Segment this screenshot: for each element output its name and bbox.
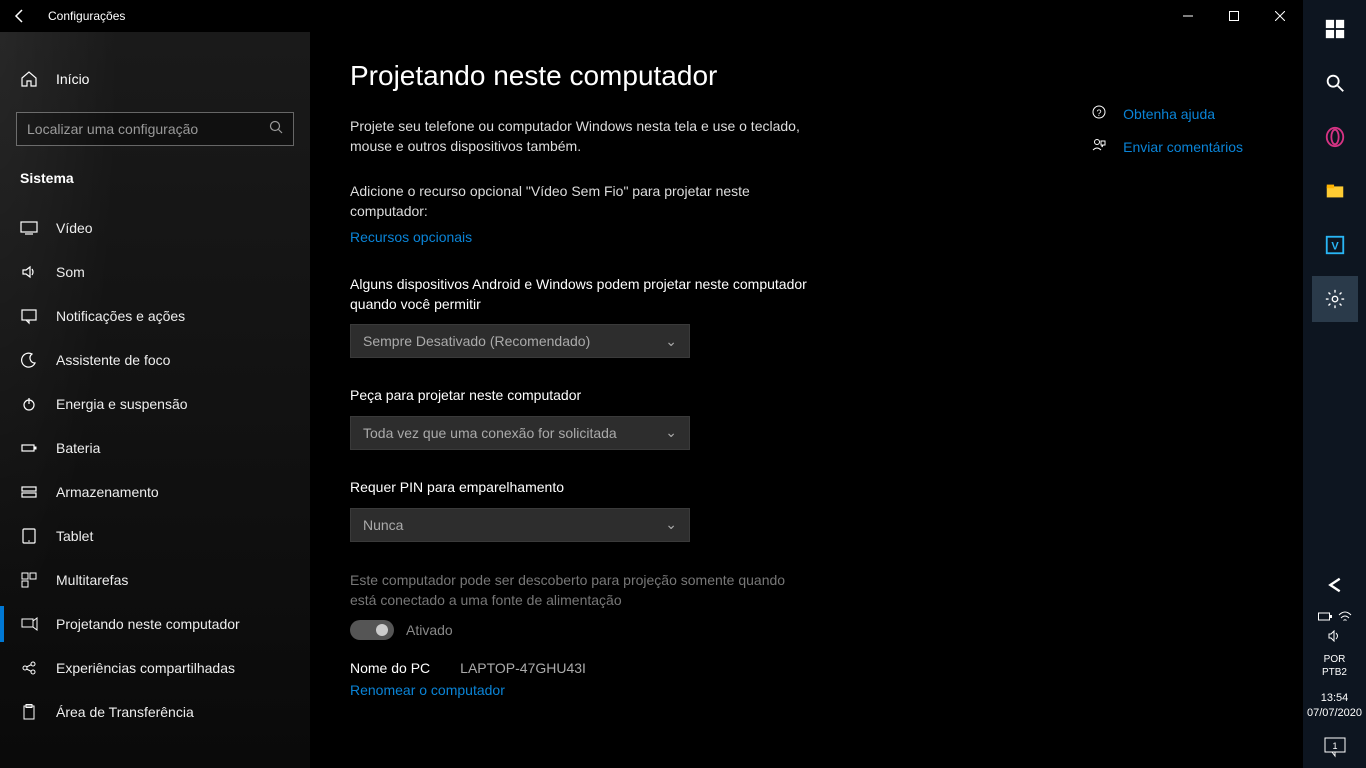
nav-label: Som [56, 264, 85, 280]
home-label: Início [56, 71, 89, 87]
dropdown-ask-project[interactable]: Toda vez que uma conexão for solicitada … [350, 416, 690, 450]
sidebar: Início Sistema Vídeo Som Notificaç [0, 32, 310, 768]
taskbar: V POR PTB2 [1303, 0, 1366, 768]
tablet-icon [20, 527, 38, 545]
dropdown-value: Nunca [363, 517, 403, 533]
chevron-down-icon: ⌄ [665, 424, 677, 441]
toggle-label: Ativado [406, 622, 453, 638]
battery-tray-icon[interactable] [1318, 611, 1332, 626]
clipboard-icon [20, 703, 38, 721]
nav-item-multitask[interactable]: Multitarefas [0, 558, 310, 602]
start-button[interactable] [1312, 6, 1358, 52]
discover-note: Este computador pode ser descoberto para… [350, 570, 810, 611]
back-button[interactable] [8, 4, 32, 28]
taskbar-app-settings[interactable] [1312, 276, 1358, 322]
wifi-tray-icon[interactable] [1338, 611, 1352, 626]
close-button[interactable] [1257, 0, 1303, 32]
minimize-button[interactable] [1165, 0, 1211, 32]
nav-item-battery[interactable]: Bateria [0, 426, 310, 470]
nav-label: Projetando neste computador [56, 616, 240, 632]
shared-icon [20, 659, 38, 677]
display-icon [20, 219, 38, 237]
setting-pin-label: Requer PIN para emparelhamento [350, 478, 810, 498]
nav-label: Área de Transferência [56, 704, 194, 720]
nav-label: Multitarefas [56, 572, 128, 588]
nav-item-power[interactable]: Energia e suspensão [0, 382, 310, 426]
search-input[interactable] [27, 121, 269, 137]
nav-item-focus[interactable]: Assistente de foco [0, 338, 310, 382]
svg-text:?: ? [1097, 108, 1102, 118]
nav-item-video[interactable]: Vídeo [0, 206, 310, 250]
search-box[interactable] [16, 112, 294, 146]
dropdown-value: Sempre Desativado (Recomendado) [363, 333, 590, 349]
power-icon [20, 395, 38, 413]
window-title: Configurações [48, 9, 125, 23]
nav-item-clipboard[interactable]: Área de Transferência [0, 690, 310, 734]
nav-item-tablet[interactable]: Tablet [0, 514, 310, 558]
dropdown-value: Toda vez que uma conexão for solicitada [363, 425, 617, 441]
multitask-icon [20, 571, 38, 589]
page-title: Projetando neste computador [350, 60, 1263, 92]
section-label: Sistema [0, 170, 310, 186]
storage-icon [20, 483, 38, 501]
setting-allow-project-label: Alguns dispositivos Android e Windows po… [350, 275, 810, 314]
home-icon [20, 70, 38, 88]
project-icon [20, 615, 38, 633]
titlebar: Configurações [0, 0, 1303, 32]
nav-label: Vídeo [56, 220, 93, 236]
maximize-button[interactable] [1211, 0, 1257, 32]
search-icon [269, 120, 283, 139]
notifications-icon [20, 307, 38, 325]
rename-pc-link[interactable]: Renomear o computador [350, 682, 505, 698]
nav-label: Experiências compartilhadas [56, 660, 235, 676]
nav-label: Armazenamento [56, 484, 159, 500]
nav-label: Bateria [56, 440, 100, 456]
taskbar-search-icon[interactable] [1312, 60, 1358, 106]
tray-expand-icon[interactable] [1312, 573, 1358, 597]
taskbar-app-v[interactable]: V [1312, 222, 1358, 268]
action-center-icon[interactable]: 1 [1312, 732, 1358, 762]
chevron-down-icon: ⌄ [665, 333, 677, 350]
nav-item-shared[interactable]: Experiências compartilhadas [0, 646, 310, 690]
page-description: Projete seu telefone ou computador Windo… [350, 116, 810, 157]
settings-window: Configurações Início Sistema [0, 0, 1303, 768]
setting-ask-project-label: Peça para projetar neste computador [350, 386, 810, 406]
nav-item-storage[interactable]: Armazenamento [0, 470, 310, 514]
optional-feature-note: Adicione o recurso opcional "Vídeo Sem F… [350, 181, 810, 222]
help-label: Obtenha ajuda [1123, 106, 1215, 122]
home-button[interactable]: Início [0, 60, 310, 98]
svg-text:V: V [1331, 241, 1339, 253]
taskbar-app-explorer[interactable] [1312, 168, 1358, 214]
nav-label: Tablet [56, 528, 93, 544]
discover-toggle[interactable] [350, 620, 394, 640]
feedback-label: Enviar comentários [1123, 139, 1243, 155]
nav-label: Energia e suspensão [56, 396, 188, 412]
get-help-link[interactable]: ? Obtenha ajuda [1091, 104, 1243, 123]
taskbar-app-opera[interactable] [1312, 114, 1358, 160]
chevron-down-icon: ⌄ [665, 516, 677, 533]
clock[interactable]: 13:54 07/07/2020 [1307, 687, 1362, 724]
optional-features-link[interactable]: Recursos opcionais [350, 229, 472, 245]
pcname-label: Nome do PC [350, 660, 430, 676]
dropdown-allow-project[interactable]: Sempre Desativado (Recomendado) ⌄ [350, 324, 690, 358]
nav-item-sound[interactable]: Som [0, 250, 310, 294]
nav-item-notifications[interactable]: Notificações e ações [0, 294, 310, 338]
feedback-icon [1091, 137, 1109, 156]
sound-icon [20, 263, 38, 281]
dropdown-pin[interactable]: Nunca ⌄ [350, 508, 690, 542]
content-area: Projetando neste computador Projete seu … [310, 32, 1303, 768]
svg-text:1: 1 [1332, 741, 1337, 751]
volume-tray-icon[interactable] [1328, 630, 1342, 645]
nav-label: Assistente de foco [56, 352, 170, 368]
nav-item-projecting[interactable]: Projetando neste computador [0, 602, 310, 646]
feedback-link[interactable]: Enviar comentários [1091, 137, 1243, 156]
moon-icon [20, 351, 38, 369]
help-icon: ? [1091, 104, 1109, 123]
battery-icon [20, 439, 38, 457]
nav-label: Notificações e ações [56, 308, 185, 324]
language-indicator[interactable]: POR PTB2 [1322, 653, 1347, 679]
pcname-value: LAPTOP-47GHU43I [460, 660, 586, 676]
